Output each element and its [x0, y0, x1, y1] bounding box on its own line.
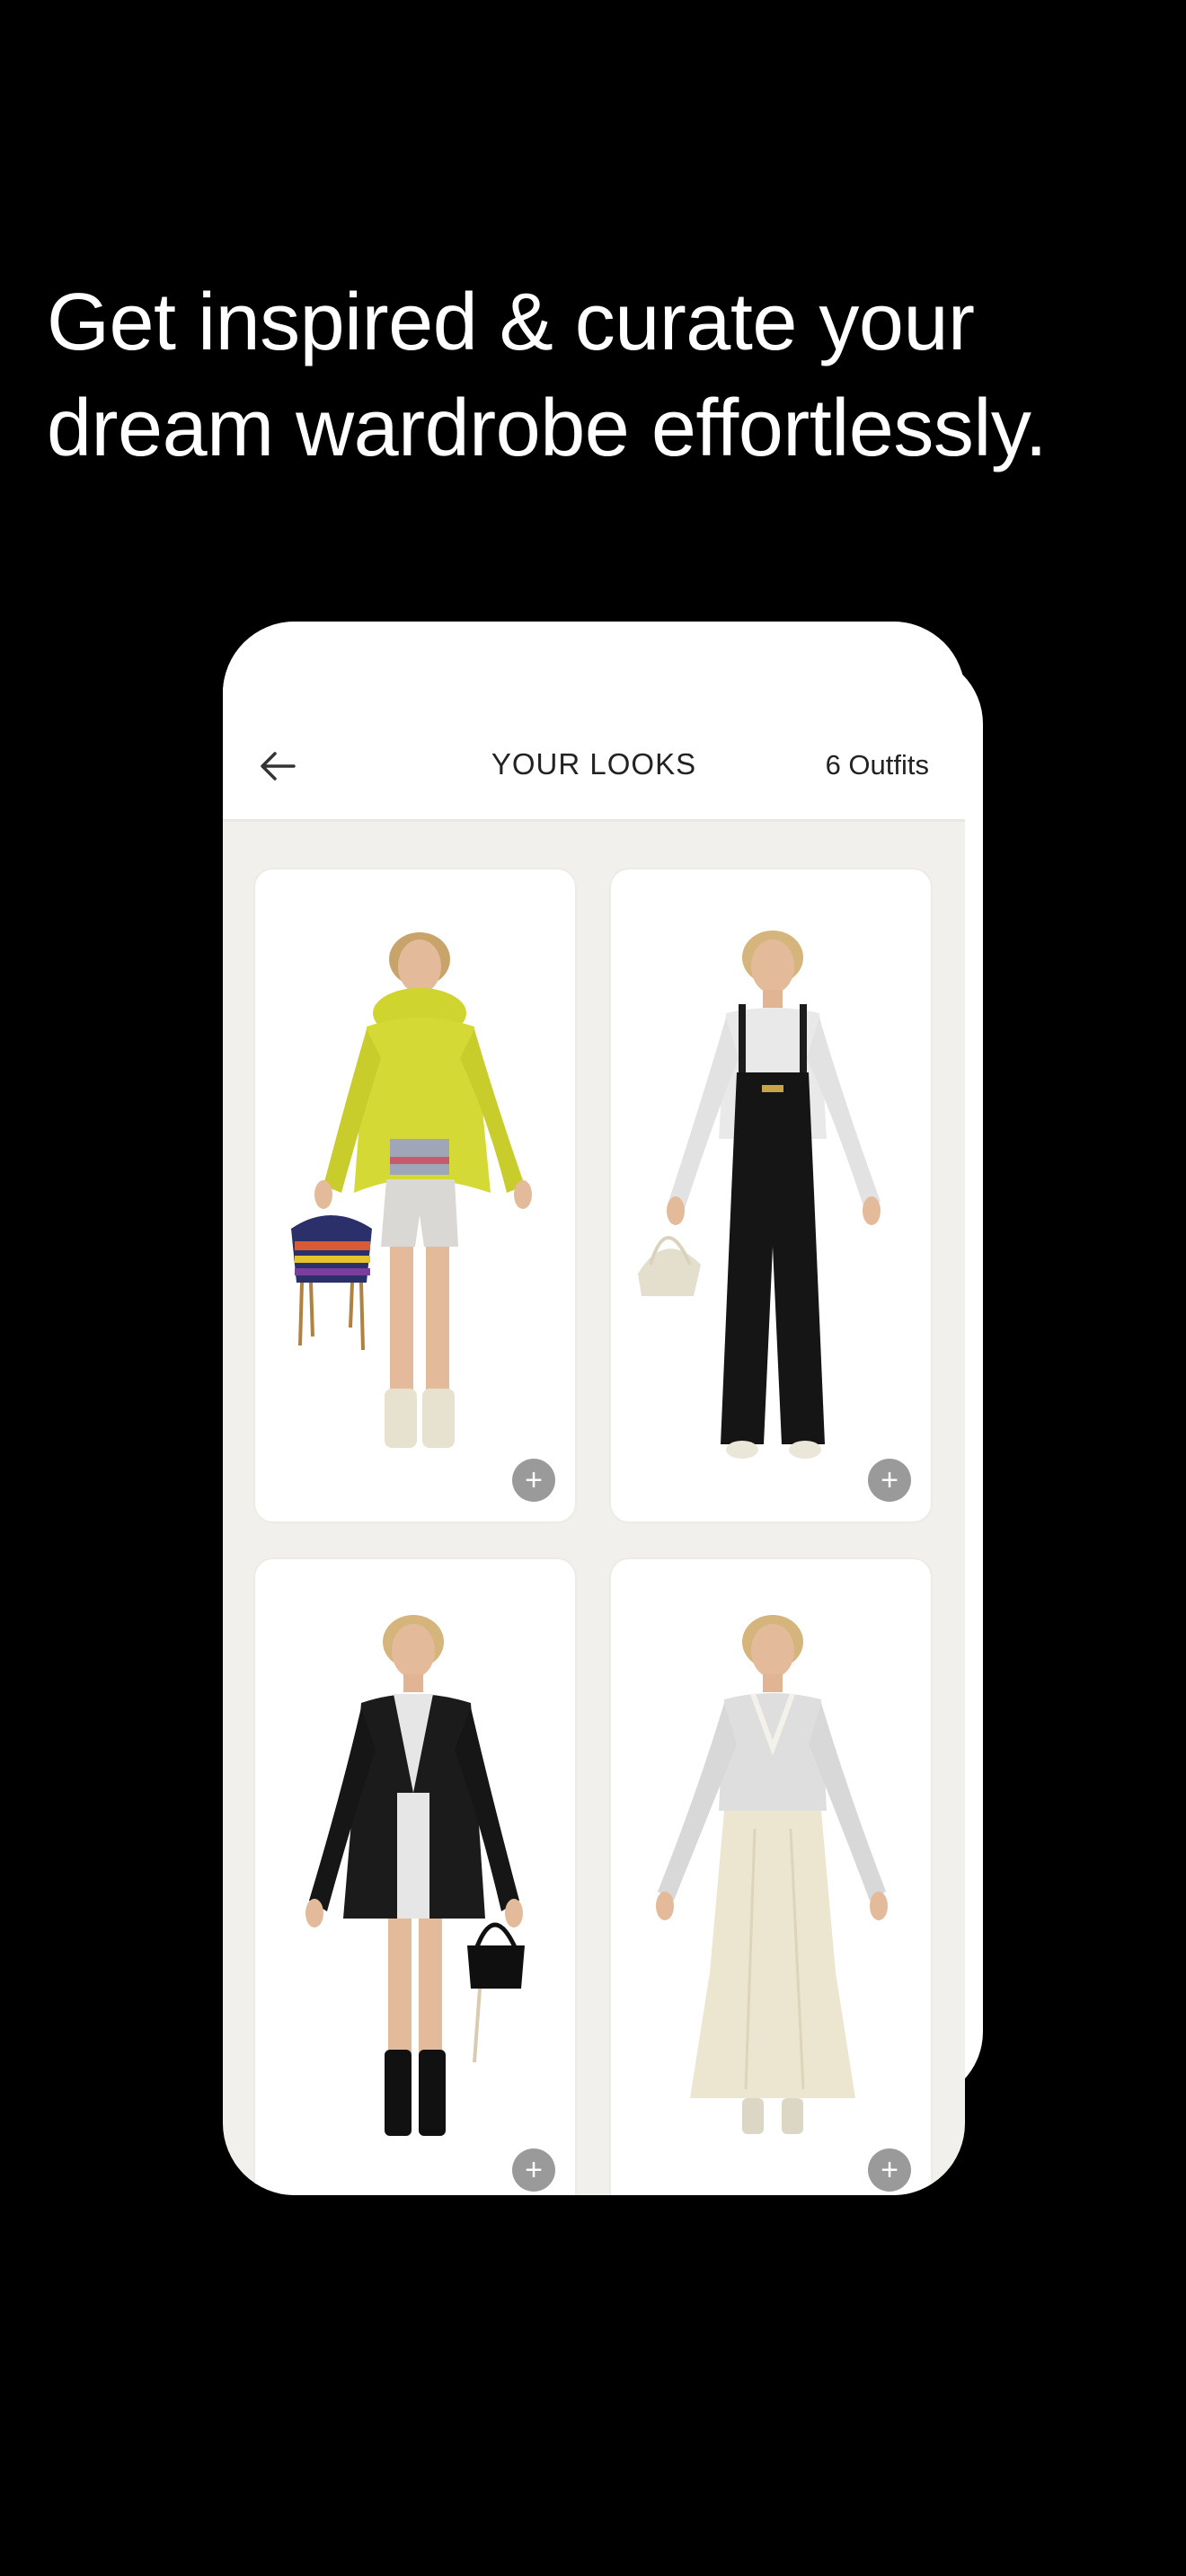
outfit-count: 6 Outfits [825, 749, 929, 781]
headline-line-2: dream wardrobe effortlessly. [47, 384, 1048, 473]
outfit-card-yellow-jacket[interactable]: + [253, 868, 577, 1523]
outfit-card-black-blazer[interactable]: + [253, 1557, 577, 2195]
outfit-card-black-overalls[interactable]: + [609, 868, 933, 1523]
add-outfit-button[interactable]: + [512, 2148, 555, 2192]
plus-icon: + [881, 2153, 898, 2187]
plus-icon: + [525, 1463, 543, 1497]
add-outfit-button[interactable]: + [868, 2148, 911, 2192]
headline-line-1: Get inspired & curate your [47, 278, 975, 367]
outfit-figure-image [305, 1615, 525, 2136]
add-outfit-button[interactable]: + [512, 1459, 555, 1502]
phone-screen: YOUR LOOKS 6 Outfits + + + + [223, 622, 965, 2195]
outfit-card-cream-skirt[interactable]: + [609, 1557, 933, 2195]
outfit-figure-image [656, 1615, 888, 2134]
outfit-figure-image [291, 932, 532, 1448]
add-outfit-button[interactable]: + [868, 1459, 911, 1502]
promo-headline: Get inspired & curate your dream wardrob… [47, 269, 1161, 481]
plus-icon: + [881, 1463, 898, 1497]
plus-icon: + [525, 2153, 543, 2187]
outfit-figure-image [638, 931, 881, 1459]
app-header: YOUR LOOKS 6 Outfits [223, 622, 965, 822]
